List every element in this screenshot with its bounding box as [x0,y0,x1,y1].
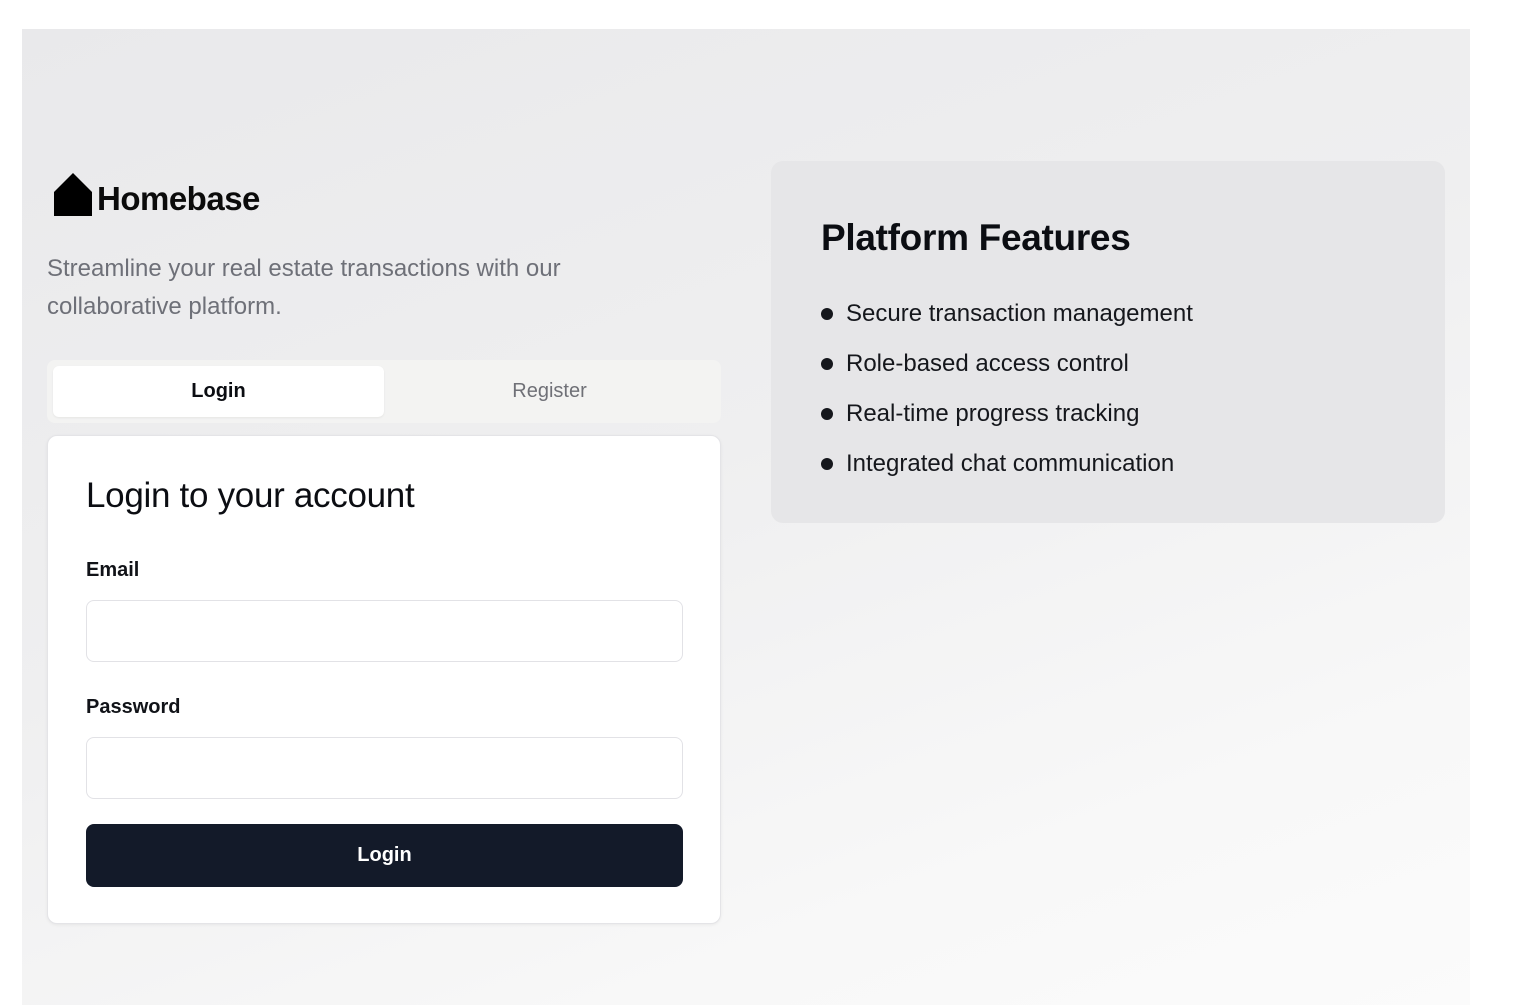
login-card-title: Login to your account [86,476,415,515]
house-icon [54,173,92,216]
tagline: Streamline your real estate transactions… [47,255,561,320]
list-item: Secure transaction management [821,289,1193,339]
feature-text: Secure transaction management [846,300,1193,327]
feature-list: Secure transaction management Role-based… [821,289,1193,489]
bullet-icon [821,458,833,470]
auth-tabs: Login Register [47,360,721,423]
email-label: Email [86,559,140,581]
login-button[interactable]: Login [86,824,683,887]
feature-text: Role-based access control [846,350,1129,377]
login-card: Login to your account Email Password Log… [47,435,721,924]
bullet-icon [821,308,833,320]
brand-name: Homebase [97,180,260,217]
password-field[interactable] [86,737,683,799]
bullet-icon [821,358,833,370]
password-label: Password [86,696,181,718]
email-field[interactable] [86,600,683,662]
tab-login[interactable]: Login [53,366,384,417]
tab-register[interactable]: Register [384,366,715,417]
list-item: Integrated chat communication [821,439,1193,489]
features-panel: Platform Features Secure transaction man… [771,161,1445,523]
list-item: Role-based access control [821,339,1193,389]
feature-text: Integrated chat communication [846,450,1175,477]
list-item: Real-time progress tracking [821,389,1193,439]
feature-text: Real-time progress tracking [846,400,1140,427]
brand-logo: Homebase [53,170,260,216]
features-title: Platform Features [821,217,1131,258]
bullet-icon [821,408,833,420]
